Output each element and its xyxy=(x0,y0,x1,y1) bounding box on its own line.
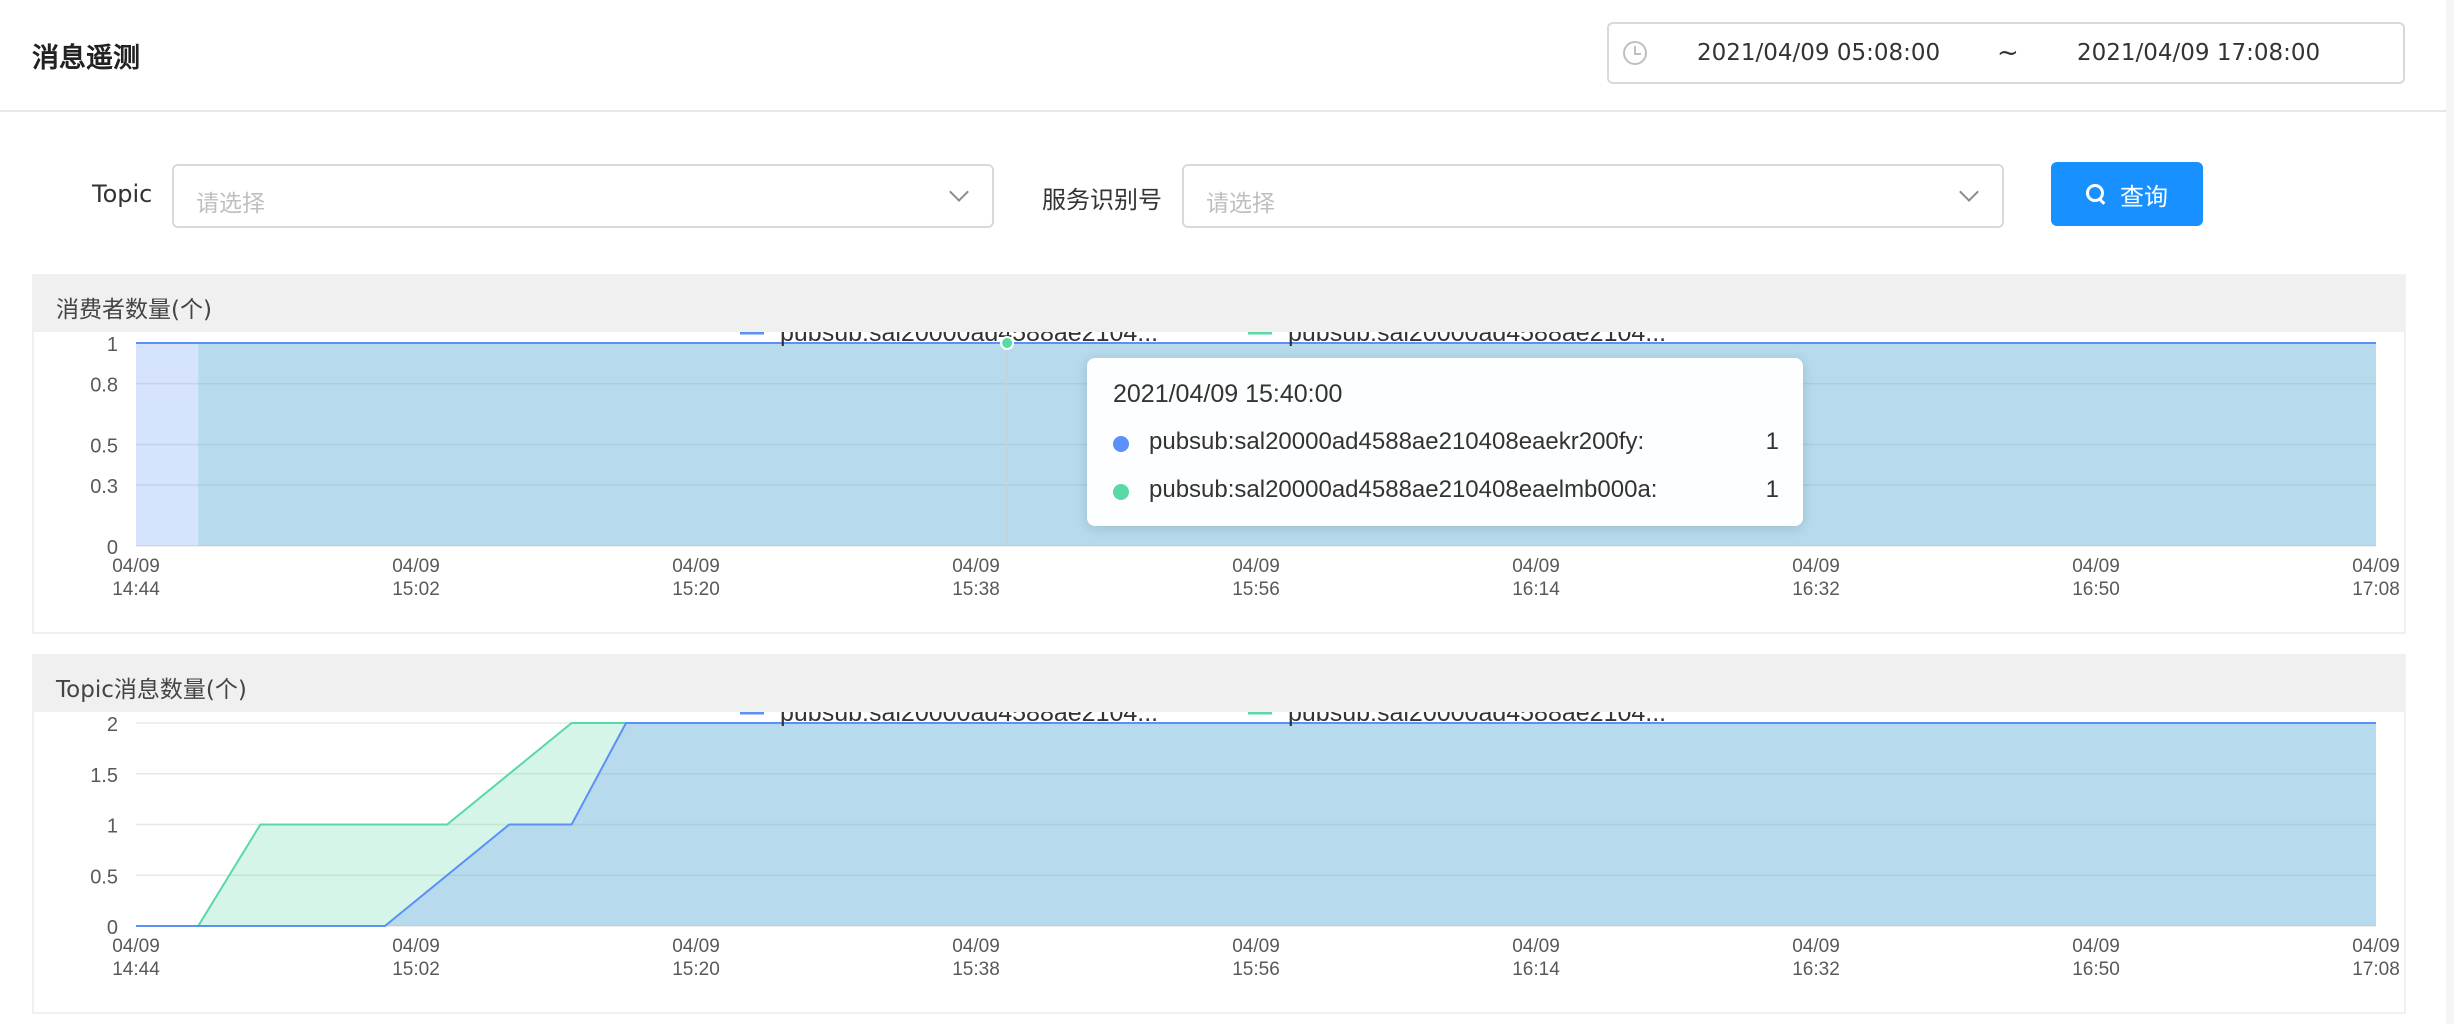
hover-point xyxy=(1000,336,1015,350)
x-tick-label: 14:44 xyxy=(112,579,160,600)
x-tick-label: 04/09 xyxy=(1232,556,1280,577)
tooltip-series-name: pubsub:sal20000ad4588ae210408eaekr200fy: xyxy=(1149,428,1645,455)
x-tick-label: 14:44 xyxy=(112,959,160,980)
x-tick-label: 15:20 xyxy=(672,579,720,600)
x-tick-label: 16:50 xyxy=(2072,959,2120,980)
x-tick-label: 15:02 xyxy=(392,579,440,600)
y-tick-label: 0.3 xyxy=(90,476,118,498)
x-tick-label: 15:56 xyxy=(1232,579,1280,600)
x-tick-label: 04/09 xyxy=(1792,936,1840,957)
panel-header: 消费者数量(个) xyxy=(34,276,2404,332)
x-tick-label: 16:32 xyxy=(1792,579,1840,600)
tooltip-row: pubsub:sal20000ad4588ae210408eaekr200fy:… xyxy=(1113,426,1779,460)
header: 消息遥测 2021/04/09 05:08:00 ~ 2021/04/09 17… xyxy=(0,0,2446,112)
y-tick-label: 1 xyxy=(107,816,118,838)
clock-icon xyxy=(1623,41,1647,65)
x-tick-label: 04/09 xyxy=(1512,556,1560,577)
page-scrollbar[interactable] xyxy=(2446,0,2454,1024)
x-tick-label: 04/09 xyxy=(952,556,1000,577)
legend-label: pubsub:sal20000ad4588ae2104... xyxy=(1288,712,1666,727)
x-tick-label: 04/09 xyxy=(2352,936,2400,957)
series-marker xyxy=(1113,436,1129,452)
x-tick-label: 04/09 xyxy=(1512,936,1560,957)
tooltip-series-value: 1 xyxy=(1765,428,1779,455)
panel-title: 消费者数量(个) xyxy=(56,297,212,323)
legend-label: pubsub:sal20000ad4588ae2104... xyxy=(1288,332,1666,347)
topic-placeholder: 请选择 xyxy=(196,191,265,217)
y-tick-label: 1.5 xyxy=(90,765,118,787)
topic-message-chart: 21.510.5004/0914:4404/0915:0204/0915:200… xyxy=(90,712,2400,980)
service-placeholder: 请选择 xyxy=(1206,191,1275,217)
legend-label: pubsub:sal20000ad4588ae2104... xyxy=(780,332,1158,347)
tooltip-series-value: 1 xyxy=(1765,476,1779,503)
search-icon xyxy=(2086,184,2106,204)
x-tick-label: 04/09 xyxy=(2352,556,2400,577)
x-tick-label: 15:38 xyxy=(952,959,1000,980)
service-label: 服务识别号 xyxy=(1042,186,1162,214)
x-tick-label: 04/09 xyxy=(112,556,160,577)
topic-message-panel: Topic消息数量(个) 2 1.5 1 0.5 0 04/09 14:44 04/09 15:… xyxy=(32,654,2406,1014)
y-tick-label: 1 xyxy=(107,334,118,356)
x-tick-label: 04/09 xyxy=(2072,556,2120,577)
x-tick-label: 15:20 xyxy=(672,959,720,980)
x-tick-label: 04/09 xyxy=(1792,556,1840,577)
x-tick-label: 04/09 xyxy=(2072,936,2120,957)
y-tick-label: 0.8 xyxy=(90,375,118,397)
range-end[interactable]: 2021/04/09 17:08:00 xyxy=(2077,40,2320,66)
chevron-down-icon xyxy=(1959,182,1979,202)
x-tick-label: 04/09 xyxy=(392,556,440,577)
y-tick-label: 2 xyxy=(107,714,118,736)
query-button-label: 查询 xyxy=(2120,182,2168,211)
x-tick-label: 04/09 xyxy=(952,936,1000,957)
chart-tooltip: 2021/04/09 15:40:00 pubsub:sal20000ad458… xyxy=(1087,358,1803,526)
series-marker xyxy=(1113,484,1129,500)
range-separator: ~ xyxy=(1997,38,2019,68)
topic-select[interactable]: 请选择 xyxy=(172,164,994,228)
range-start[interactable]: 2021/04/09 05:08:00 xyxy=(1697,40,1940,66)
x-tick-label: 15:02 xyxy=(392,959,440,980)
topic-label: Topic xyxy=(92,180,153,208)
tooltip-time: 2021/04/09 15:40:00 xyxy=(1113,380,1343,408)
x-tick-label: 04/09 xyxy=(1232,936,1280,957)
tooltip-series-name: pubsub:sal20000ad4588ae210408eaelmb000a: xyxy=(1149,476,1658,503)
x-tick-label: 15:38 xyxy=(952,579,1000,600)
panel-title: Topic消息数量(个) xyxy=(56,677,247,703)
panel-header: Topic消息数量(个) xyxy=(34,656,2404,712)
y-tick-label: 0.5 xyxy=(90,436,118,458)
x-tick-label: 04/09 xyxy=(112,936,160,957)
y-tick-label: 0.5 xyxy=(90,866,118,888)
date-range-picker[interactable]: 2021/04/09 05:08:00 ~ 2021/04/09 17:08:0… xyxy=(1607,22,2405,84)
tooltip-row: pubsub:sal20000ad4588ae210408eaelmb000a:… xyxy=(1113,474,1779,508)
x-tick-label: 16:50 xyxy=(2072,579,2120,600)
x-tick-label: 04/09 xyxy=(672,556,720,577)
x-tick-label: 16:14 xyxy=(1512,579,1560,600)
service-select[interactable]: 请选择 xyxy=(1182,164,2004,228)
legend-label: pubsub:sal20000ad4588ae2104... xyxy=(780,712,1158,727)
x-tick-label: 04/09 xyxy=(672,936,720,957)
query-button[interactable]: 查询 xyxy=(2051,162,2203,226)
x-tick-label: 16:32 xyxy=(1792,959,1840,980)
x-tick-label: 04/09 xyxy=(392,936,440,957)
x-tick-label: 17:08 xyxy=(2352,959,2400,980)
page-title: 消息遥测 xyxy=(32,43,140,74)
x-tick-label: 17:08 xyxy=(2352,579,2400,600)
x-tick-label: 15:56 xyxy=(1232,959,1280,980)
x-tick-label: 16:14 xyxy=(1512,959,1560,980)
chevron-down-icon xyxy=(949,182,969,202)
